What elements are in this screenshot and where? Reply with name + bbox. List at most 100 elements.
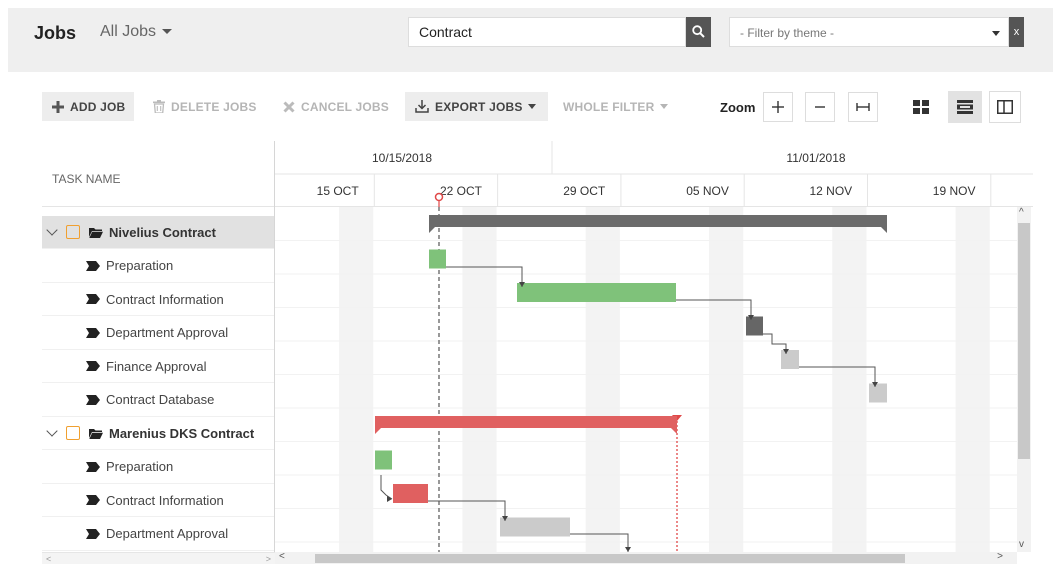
task-bar[interactable] <box>429 249 446 269</box>
period-label: 10/15/2018 <box>372 151 432 165</box>
task-row[interactable]: Finance Approval <box>42 350 275 383</box>
task-label: Marenius DKS Contract <box>109 425 255 441</box>
export-jobs-dropdown[interactable]: EXPORT JOBS <box>405 92 548 121</box>
week-label: 15 OCT <box>317 184 360 198</box>
task-label: Contract Information <box>106 492 224 508</box>
grid-view-icon <box>913 100 929 114</box>
task-label: Preparation <box>106 258 174 273</box>
period-label: 11/01/2018 <box>786 151 845 165</box>
weekend-column <box>585 207 620 552</box>
task-row[interactable]: Contract Information <box>42 283 275 316</box>
task-bar[interactable] <box>500 517 570 537</box>
zoom-fit-button[interactable] <box>848 92 878 122</box>
scroll-right-icon[interactable]: > <box>997 551 1003 562</box>
task-label: Contract Information <box>106 291 224 307</box>
summary-bar[interactable] <box>375 416 677 434</box>
task-list: Nivelius Contract Preparation Contract Inf… <box>42 216 275 552</box>
theme-filter-select[interactable]: - Filter by theme - <box>729 17 1009 47</box>
plus-icon <box>772 101 784 113</box>
weekend-column <box>462 207 497 552</box>
fit-width-icon <box>856 103 870 111</box>
task-bar[interactable] <box>393 484 428 503</box>
scroll-right-icon[interactable]: > <box>266 553 271 565</box>
zoom-label: Zoom <box>720 100 756 115</box>
task-group-row[interactable]: Nivelius Contract <box>42 216 275 249</box>
horizontal-scrollbar[interactable]: < > <box>275 551 1017 564</box>
split-view-icon <box>997 100 1013 114</box>
summary-bar[interactable] <box>429 215 887 233</box>
add-job-button[interactable]: ADD JOB <box>42 92 134 121</box>
task-row[interactable]: Preparation <box>42 451 275 484</box>
horizontal-scroll-thumb[interactable] <box>315 554 905 563</box>
cancel-jobs-label: CANCEL JOBS <box>301 99 389 114</box>
scroll-up-icon[interactable]: ^ <box>1019 207 1024 218</box>
plus-icon <box>52 100 64 113</box>
task-group-row[interactable]: Marenius DKS Contract <box>42 417 275 450</box>
add-job-label: ADD JOB <box>70 99 126 114</box>
search-input[interactable] <box>408 17 686 47</box>
today-marker-icon <box>434 192 444 202</box>
task-row[interactable]: Contract Database <box>42 384 275 417</box>
task-row[interactable]: Department Approval <box>42 317 275 350</box>
task-row[interactable]: Preparation <box>42 250 275 283</box>
zoom-out-button[interactable] <box>805 92 835 122</box>
task-label: Nivelius Contract <box>109 224 216 240</box>
task-bar[interactable] <box>869 383 887 403</box>
task-tag-icon <box>86 461 100 472</box>
vertical-scroll-thumb[interactable] <box>1018 223 1030 459</box>
whole-filter-dropdown[interactable]: WHOLE FILTER <box>563 92 668 121</box>
chevron-down-icon <box>527 104 536 109</box>
layout-grid-button[interactable] <box>904 91 938 123</box>
chevron-down-icon <box>162 29 173 35</box>
weekend-column <box>832 207 867 552</box>
folder-icon <box>89 227 103 238</box>
cancel-jobs-button[interactable]: CANCEL JOBS <box>283 92 389 121</box>
page-title: Jobs <box>34 23 77 43</box>
task-tag-icon <box>86 260 100 271</box>
chevron-down-icon[interactable] <box>46 425 58 437</box>
view-selector-dropdown[interactable]: All Jobs <box>100 23 173 41</box>
task-bar[interactable] <box>517 283 676 302</box>
download-icon <box>415 100 429 113</box>
layout-gantt-button[interactable] <box>948 91 982 123</box>
theme-filter-label: - Filter by theme - <box>740 26 835 40</box>
chevron-down-icon <box>992 31 1000 36</box>
task-bar[interactable] <box>781 350 799 369</box>
scroll-down-icon[interactable]: v <box>1019 539 1024 550</box>
layout-split-button[interactable] <box>989 91 1021 123</box>
vertical-scrollbar[interactable]: ^ v <box>1017 207 1031 552</box>
timeline-header: 10/15/2018 11/01/2018 15 OCT 22 OCT 29 OCT 05… <box>275 141 1033 207</box>
theme-filter-clear-button[interactable]: x <box>1009 17 1024 47</box>
chevron-down-icon[interactable] <box>46 224 58 236</box>
week-label: 22 OCT <box>440 184 483 198</box>
task-tag-icon <box>86 528 100 539</box>
row-checkbox[interactable] <box>66 426 80 440</box>
delete-jobs-button[interactable]: DELETE JOBS <box>153 92 257 121</box>
task-bar[interactable] <box>375 450 392 470</box>
search-button[interactable] <box>686 17 711 47</box>
task-bar[interactable] <box>746 316 763 336</box>
scroll-left-icon[interactable]: < <box>279 551 285 562</box>
gantt-view-icon <box>957 100 973 114</box>
left-horizontal-scrollbar[interactable]: < > <box>42 552 275 564</box>
task-name-column-header[interactable]: TASK NAME <box>42 141 275 207</box>
task-tag-icon <box>86 361 100 371</box>
export-jobs-label: EXPORT JOBS <box>435 99 523 114</box>
scroll-left-icon[interactable]: < <box>46 553 51 565</box>
weekend-column <box>955 207 990 552</box>
week-label: 29 OCT <box>563 184 606 198</box>
task-name-header-label: TASK NAME <box>52 172 121 186</box>
weekend-column <box>339 207 374 552</box>
task-tag-icon <box>86 327 100 338</box>
chevron-down-icon <box>659 104 668 109</box>
zoom-in-button[interactable] <box>763 92 793 122</box>
week-label: 05 NOV <box>686 184 729 198</box>
task-row[interactable]: Contract Information <box>42 484 275 517</box>
week-label: 19 NOV <box>933 184 976 198</box>
weekend-column <box>708 207 744 552</box>
task-label: Contract Database <box>106 392 215 407</box>
minus-icon <box>815 106 825 108</box>
task-tag-icon <box>86 294 100 304</box>
task-row[interactable]: Department Approval <box>42 518 275 551</box>
row-checkbox[interactable] <box>66 225 80 239</box>
